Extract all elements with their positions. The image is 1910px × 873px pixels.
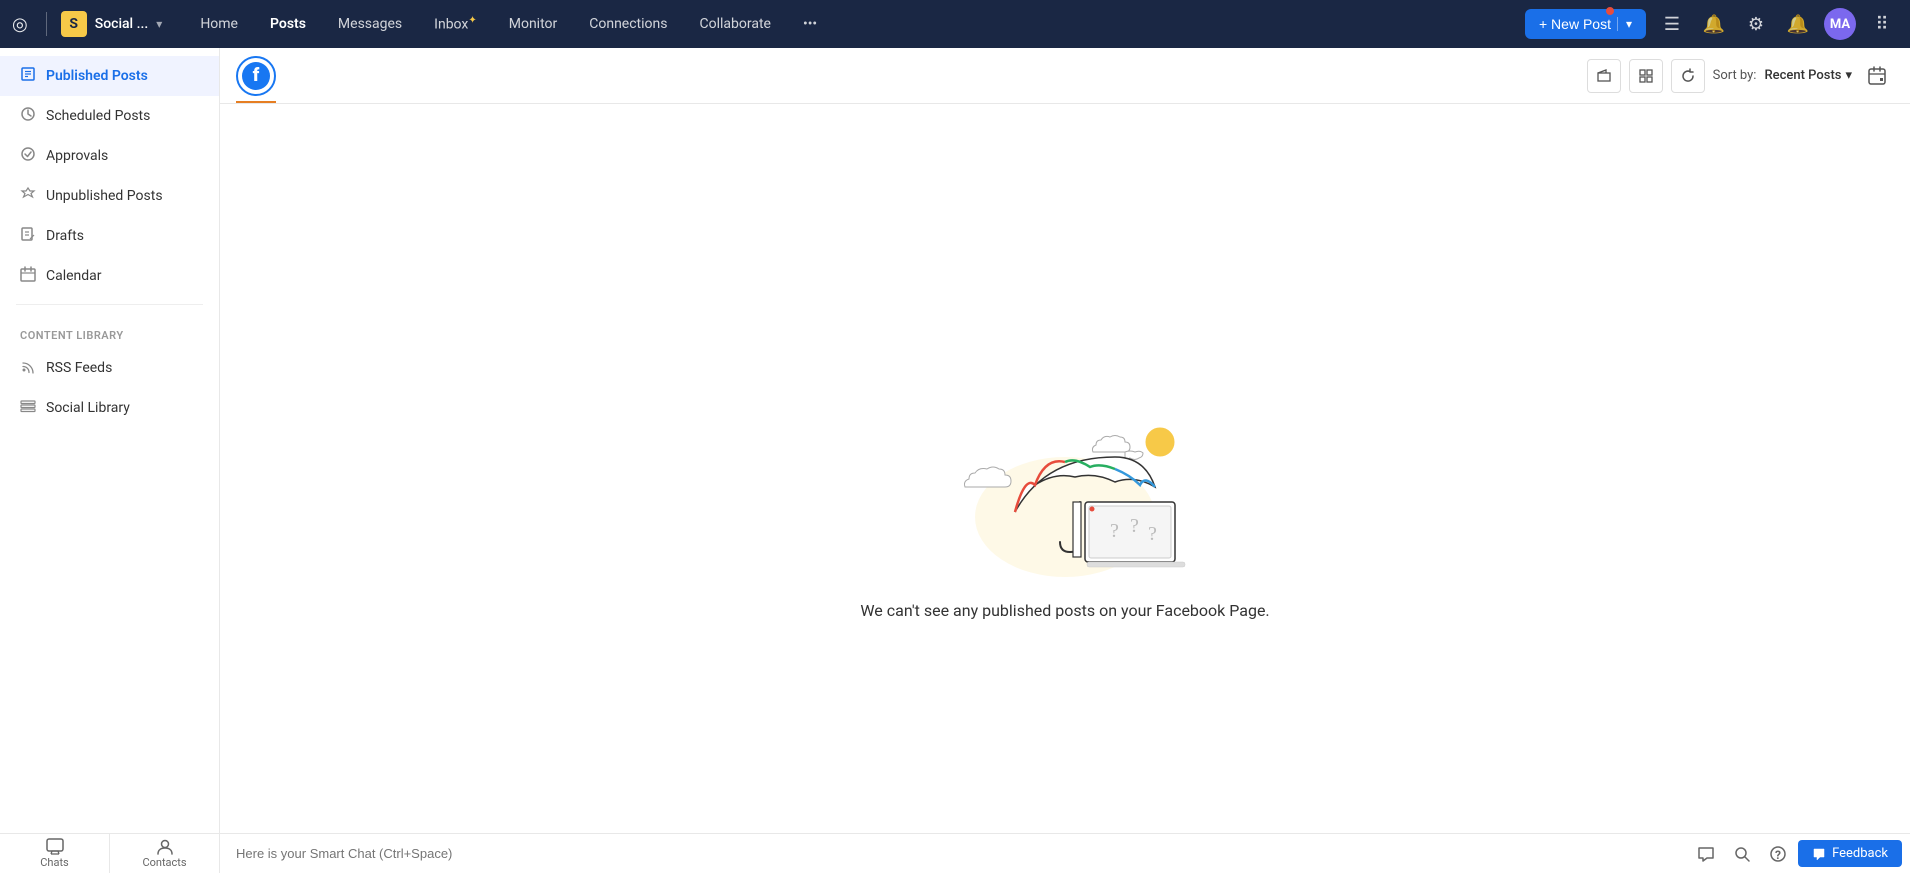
new-post-label: + New Post bbox=[1539, 16, 1611, 32]
sort-by-label: Sort by: bbox=[1713, 68, 1757, 83]
approvals-icon bbox=[20, 146, 36, 166]
unpublished-posts-icon bbox=[20, 186, 36, 206]
sort-chevron-icon: ▾ bbox=[1845, 68, 1852, 83]
new-post-chevron-icon[interactable]: ▾ bbox=[1617, 17, 1632, 31]
sidebar-item-scheduled-posts[interactable]: Scheduled Posts bbox=[0, 96, 219, 136]
sidebar-item-published-posts[interactable]: Published Posts bbox=[0, 56, 219, 96]
brand-letter: S bbox=[61, 11, 87, 37]
main-nav: Home Posts Messages Inbox✦ Monitor Conne… bbox=[186, 9, 1517, 39]
grid-view-button[interactable] bbox=[1629, 59, 1663, 93]
empty-state-message: We can't see any published posts on your… bbox=[860, 601, 1269, 620]
sidebar-item-drafts[interactable]: Drafts bbox=[0, 216, 219, 256]
sidebar-item-approvals[interactable]: Approvals bbox=[0, 136, 219, 176]
feedback-button[interactable]: Feedback bbox=[1798, 840, 1902, 867]
scheduled-posts-icon bbox=[20, 106, 36, 126]
sidebar-item-social-library[interactable]: Social Library bbox=[0, 388, 219, 428]
nav-monitor[interactable]: Monitor bbox=[495, 10, 572, 38]
content-library-label: CONTENT LIBRARY bbox=[0, 313, 219, 348]
inbox-star-icon: ✦ bbox=[468, 15, 476, 26]
notifications-icon[interactable]: 🔔 bbox=[1782, 8, 1814, 40]
search-icon[interactable] bbox=[1726, 838, 1758, 870]
help-icon[interactable]: ? bbox=[1762, 838, 1794, 870]
bell-icon[interactable]: 🔔 bbox=[1698, 8, 1730, 40]
calendar-view-icon[interactable] bbox=[1860, 59, 1894, 93]
facebook-icon: f bbox=[242, 62, 270, 90]
drafts-label: Drafts bbox=[46, 228, 84, 244]
calendar-label: Calendar bbox=[46, 268, 102, 284]
sidebar-item-unpublished-posts[interactable]: Unpublished Posts bbox=[0, 176, 219, 216]
brand-chevron-icon[interactable]: ▾ bbox=[156, 17, 162, 31]
empty-state: ? ? ? We can't see any published posts o… bbox=[220, 104, 1910, 873]
refresh-button[interactable] bbox=[1671, 59, 1705, 93]
social-library-label: Social Library bbox=[46, 400, 130, 416]
svg-text:?: ? bbox=[1130, 515, 1139, 537]
scheduled-posts-label: Scheduled Posts bbox=[46, 108, 150, 124]
nav-inbox[interactable]: Inbox✦ bbox=[420, 9, 491, 39]
sidebar-item-rss-feeds[interactable]: RSS Feeds bbox=[0, 348, 219, 388]
calendar-icon bbox=[20, 266, 36, 286]
bottom-bar: Chats Contacts ? Feedback bbox=[0, 833, 1910, 873]
sidebar: Published Posts Scheduled Posts Approval… bbox=[0, 48, 220, 873]
published-posts-label: Published Posts bbox=[46, 68, 148, 84]
sidebar-item-calendar[interactable]: Calendar bbox=[0, 256, 219, 296]
chat-icon[interactable] bbox=[1690, 838, 1722, 870]
app-logo-icon: ◎ bbox=[12, 14, 28, 35]
topnav-right-actions: + New Post ▾ ☰ 🔔 ⚙ 🔔 MA ⠿ bbox=[1525, 8, 1898, 40]
contacts-label: Contacts bbox=[142, 856, 186, 869]
hamburger-menu-icon[interactable]: ☰ bbox=[1656, 8, 1688, 40]
nav-posts[interactable]: Posts bbox=[256, 10, 320, 38]
tabs-bar: f Sort by: Recent Posts ▾ bbox=[220, 48, 1910, 104]
toolbar-right: Sort by: Recent Posts ▾ bbox=[1587, 59, 1894, 93]
nav-collaborate[interactable]: Collaborate bbox=[686, 10, 785, 38]
list-view-button[interactable] bbox=[1587, 59, 1621, 93]
svg-text:?: ? bbox=[1148, 523, 1157, 545]
nav-divider bbox=[46, 12, 47, 36]
published-posts-icon bbox=[20, 66, 36, 86]
sidebar-divider bbox=[16, 304, 203, 305]
nav-connections[interactable]: Connections bbox=[575, 10, 681, 38]
main-layout: Published Posts Scheduled Posts Approval… bbox=[0, 48, 1910, 873]
smart-chat-input[interactable] bbox=[220, 846, 1690, 861]
contacts-button[interactable]: Contacts bbox=[110, 834, 220, 873]
top-navigation: ◎ S Social ... ▾ Home Posts Messages Inb… bbox=[0, 0, 1910, 48]
chats-label: Chats bbox=[40, 856, 68, 869]
sort-value: Recent Posts bbox=[1764, 68, 1841, 83]
feedback-label: Feedback bbox=[1832, 846, 1888, 861]
avatar[interactable]: MA bbox=[1824, 8, 1856, 40]
rss-feeds-icon bbox=[20, 358, 36, 378]
brand-name: Social ... bbox=[95, 16, 149, 32]
svg-text:?: ? bbox=[1775, 848, 1781, 862]
social-library-icon bbox=[20, 398, 36, 418]
drafts-icon bbox=[20, 226, 36, 246]
approvals-label: Approvals bbox=[46, 148, 108, 164]
svg-text:?: ? bbox=[1110, 520, 1119, 542]
bottom-right-icons: ? Feedback bbox=[1690, 838, 1910, 870]
nav-messages[interactable]: Messages bbox=[324, 10, 416, 38]
nav-more[interactable]: ••• bbox=[789, 10, 831, 38]
main-content: f Sort by: Recent Posts ▾ bbox=[220, 48, 1910, 873]
sort-dropdown[interactable]: Recent Posts ▾ bbox=[1764, 68, 1852, 83]
settings-gear-icon[interactable]: ⚙ bbox=[1740, 8, 1772, 40]
apps-grid-icon[interactable]: ⠿ bbox=[1866, 8, 1898, 40]
nav-home[interactable]: Home bbox=[186, 10, 252, 38]
unpublished-posts-label: Unpublished Posts bbox=[46, 188, 163, 204]
rss-feeds-label: RSS Feeds bbox=[46, 360, 112, 376]
new-post-button[interactable]: + New Post ▾ bbox=[1525, 9, 1646, 39]
chats-button[interactable]: Chats bbox=[0, 834, 110, 873]
new-post-badge bbox=[1606, 7, 1614, 15]
facebook-tab[interactable]: f bbox=[236, 56, 276, 96]
empty-illustration: ? ? ? bbox=[915, 357, 1215, 577]
